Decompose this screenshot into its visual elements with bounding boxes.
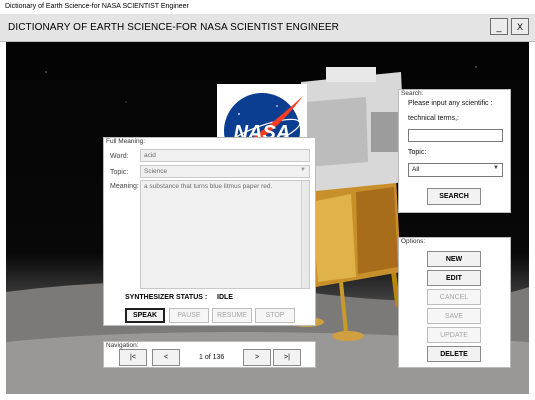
search-legend: Search: [401,90,424,97]
navigation-legend: Navigation: [106,342,139,349]
topic-label: Topic: [110,169,129,176]
search-topic-label: Topic: [408,149,427,156]
search-input[interactable] [408,129,503,142]
window-title: Dictionary of Earth Science-for NASA SCI… [5,3,189,10]
search-button[interactable]: SEARCH [427,188,481,205]
stop-button[interactable]: STOP [255,308,295,323]
update-button[interactable]: UPDATE [427,327,481,343]
meaning-text: a substance that turns blue litmus paper… [144,183,273,190]
meaning-label: Meaning: [110,183,139,190]
new-button[interactable]: NEW [427,251,481,267]
speak-button[interactable]: SPEAK [125,308,165,323]
word-field[interactable]: acid [140,149,310,162]
chevron-down-icon: ▼ [300,167,306,173]
search-prompt-line2: technical terms,: [408,115,459,122]
full-meaning-panel: Full Meaning: Word: acid Topic: Science … [103,137,316,326]
search-topic-value: All [412,166,420,173]
synthesizer-status-label: SYNTHESIZER STATUS : [125,294,208,301]
chevron-down-icon: ▼ [493,165,499,171]
record-position: 1 of 136 [199,354,225,361]
cancel-button[interactable]: CANCEL [427,289,481,305]
topic-select[interactable]: Science ▼ [140,165,310,178]
search-topic-select[interactable]: All ▼ [408,163,503,177]
last-record-button[interactable]: >| [273,349,301,366]
pause-button[interactable]: PAUSE [169,308,209,323]
navigation-panel: Navigation: |< < 1 of 136 > >| [103,341,316,368]
window-title-bar: Dictionary of Earth Science-for NASA SCI… [0,0,535,14]
options-legend: Options: [401,238,426,245]
first-record-button[interactable]: |< [119,349,147,366]
app-header: DICTIONARY OF EARTH SCIENCE-FOR NASA SCI… [0,14,535,42]
edit-button[interactable]: EDIT [427,270,481,286]
synthesizer-status-value: IDLE [217,294,233,301]
word-label: Word: [110,153,129,160]
save-button[interactable]: SAVE [427,308,481,324]
app-header-title: DICTIONARY OF EARTH SCIENCE-FOR NASA SCI… [8,22,339,33]
search-panel: Search: Please input any scientific : te… [398,89,511,213]
resume-button[interactable]: RESUME [212,308,252,323]
close-button[interactable]: X [511,18,529,35]
meaning-textarea[interactable]: a substance that turns blue litmus paper… [140,180,310,289]
search-prompt-line1: Please input any scientific : [408,100,493,107]
options-panel: Options: NEW EDIT CANCEL SAVE UPDATE DEL… [398,237,511,368]
full-meaning-legend: Full Meaning: [106,138,146,145]
topic-select-value: Science [144,168,168,175]
next-record-button[interactable]: > [243,349,271,366]
meaning-scrollbar[interactable] [301,181,309,288]
previous-record-button[interactable]: < [152,349,180,366]
minimize-button[interactable]: _ [490,18,508,35]
delete-button[interactable]: DELETE [427,346,481,362]
